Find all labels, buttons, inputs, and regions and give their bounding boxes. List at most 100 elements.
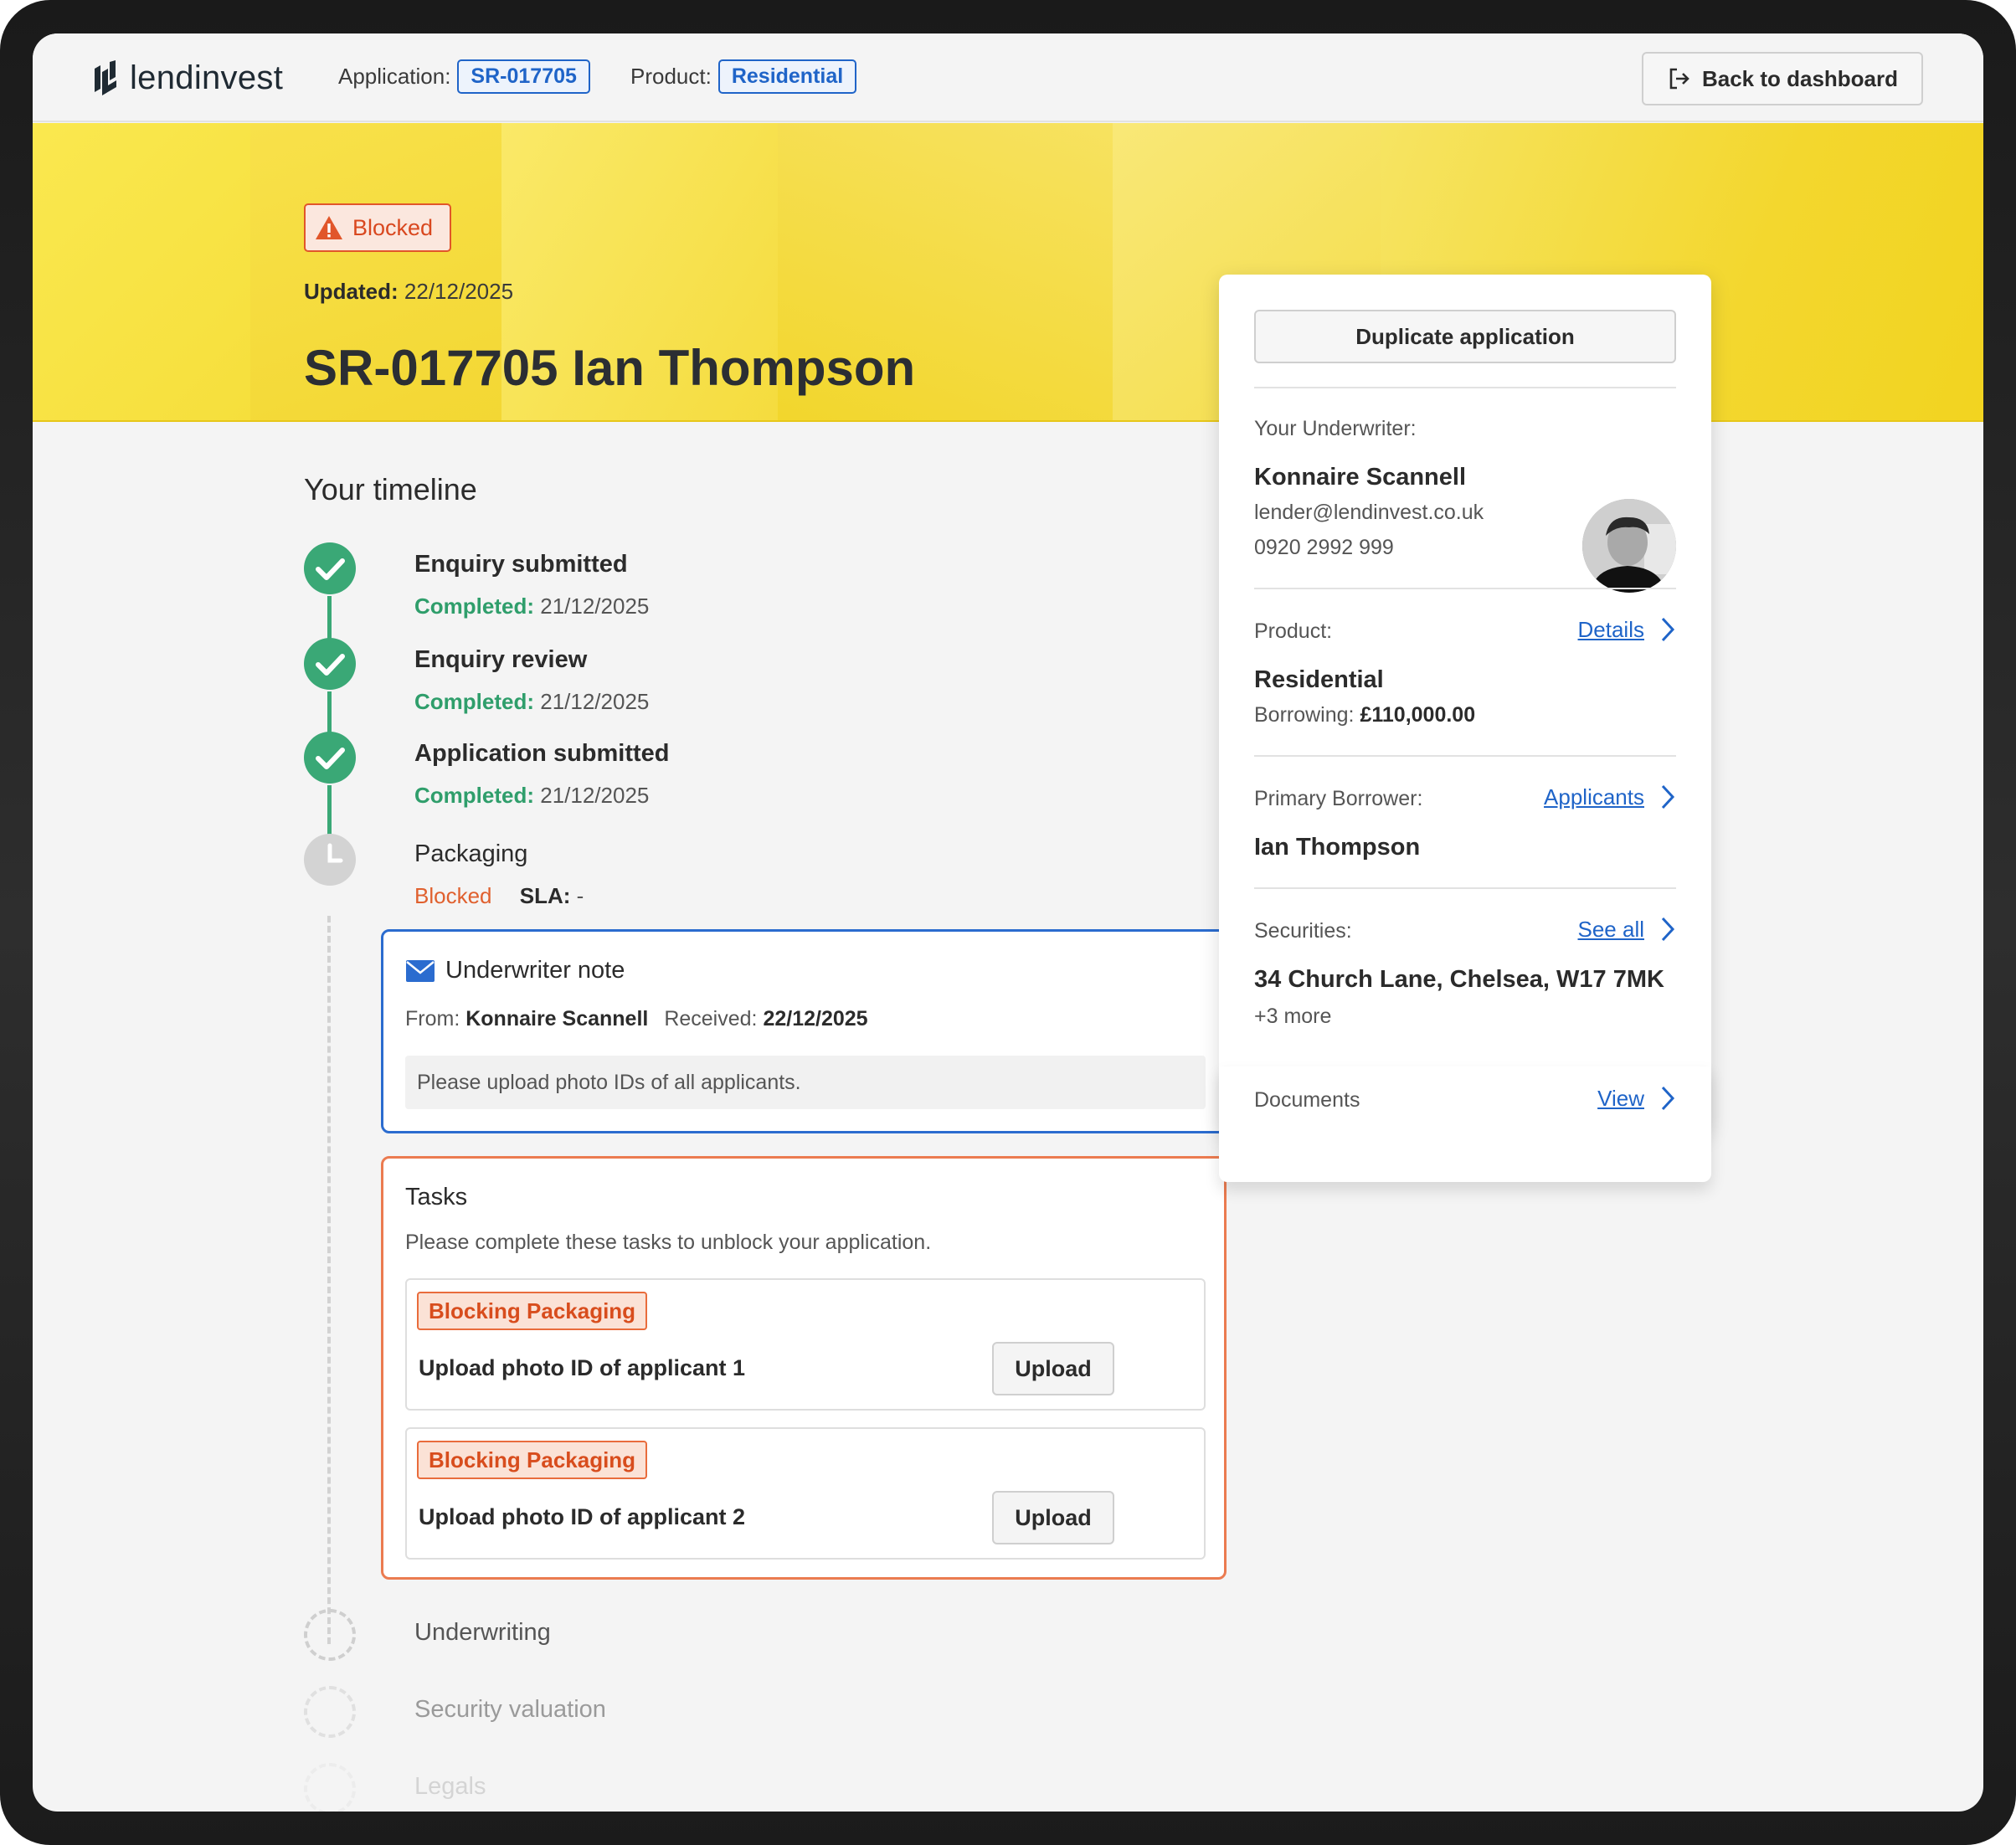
documents-row: Documents View bbox=[1219, 1066, 1711, 1182]
divider bbox=[1254, 588, 1676, 589]
primary-borrower-value: Ian Thompson bbox=[1254, 834, 1421, 861]
step-name: Enquiry submitted bbox=[414, 551, 628, 578]
timeline-step-text: Packaging Blocked SLA: - bbox=[414, 840, 584, 909]
timeline-step-text: Underwriting bbox=[414, 1619, 551, 1647]
task-item: Blocking Packaging Upload photo ID of ap… bbox=[405, 1278, 1206, 1411]
pending-circle-icon bbox=[304, 1763, 356, 1812]
view-link-label: View bbox=[1597, 1085, 1644, 1111]
timeline-step-text: Enquiry submitted Completed: 21/12/2025 bbox=[414, 551, 649, 619]
lendinvest-logo-icon bbox=[95, 60, 116, 95]
step-status: Completed: 21/12/2025 bbox=[414, 594, 649, 619]
product-details-link[interactable]: Details bbox=[1578, 616, 1676, 643]
securities-label: Securities: bbox=[1254, 919, 1352, 943]
note-received-label: Received: bbox=[664, 1007, 758, 1030]
see-all-link-label: See all bbox=[1577, 916, 1645, 942]
securities-more: +3 more bbox=[1254, 1005, 1332, 1028]
primary-borrower-label: Primary Borrower: bbox=[1254, 787, 1423, 810]
avatar-photo bbox=[1582, 499, 1676, 593]
securities-see-all-link[interactable]: See all bbox=[1578, 916, 1677, 943]
borrowing-value: £110,000.00 bbox=[1360, 703, 1476, 727]
details-link-label: Details bbox=[1577, 616, 1644, 642]
timeline-step-text: Enquiry review Completed: 21/12/2025 bbox=[414, 646, 649, 715]
note-header: Underwriter note bbox=[405, 957, 625, 984]
step-status: Completed: 21/12/2025 bbox=[414, 783, 670, 809]
borrowing-label: Borrowing: bbox=[1254, 703, 1355, 727]
app-screen: lendinvest Application: SR-017705 Produc… bbox=[33, 33, 1983, 1812]
clock-icon bbox=[304, 834, 356, 886]
pending-circle-icon bbox=[304, 1686, 356, 1738]
step-name: Packaging bbox=[414, 840, 528, 867]
step-status: Completed: 21/12/2025 bbox=[414, 689, 649, 715]
sla-label: SLA: bbox=[519, 883, 571, 908]
blocking-badge: Blocking Packaging bbox=[417, 1292, 648, 1330]
product-value: Residential bbox=[1254, 666, 1384, 693]
check-circle-icon bbox=[304, 638, 356, 690]
step-date: 21/12/2025 bbox=[540, 594, 650, 619]
top-bar: lendinvest Application: SR-017705 Produc… bbox=[33, 33, 1983, 122]
tasks-subtitle: Please complete these tasks to unblock y… bbox=[405, 1231, 932, 1254]
envelope-icon bbox=[406, 959, 435, 982]
divider bbox=[1254, 755, 1676, 757]
underwriter-email[interactable]: lender@lendinvest.co.uk bbox=[1254, 501, 1484, 525]
product-meta: Product: Residential bbox=[630, 59, 857, 94]
step-status: Blocked SLA: - bbox=[414, 883, 584, 909]
logo-text: lendinvest bbox=[130, 59, 284, 96]
upload-button[interactable]: Upload bbox=[992, 1342, 1114, 1395]
duplicate-application-button[interactable]: Duplicate application bbox=[1254, 310, 1676, 363]
underwriter-phone: 0920 2992 999 bbox=[1254, 536, 1394, 559]
tasks-card: Tasks Please complete these tasks to unb… bbox=[381, 1156, 1227, 1580]
divider bbox=[1254, 387, 1676, 388]
application-meta: Application: SR-017705 bbox=[338, 59, 590, 94]
back-to-dashboard-button[interactable]: Back to dashboard bbox=[1642, 52, 1923, 105]
timeline-step-text: Application submitted Completed: 21/12/2… bbox=[414, 740, 670, 809]
step-name: Security valuation bbox=[414, 1696, 606, 1723]
chevron-right-icon bbox=[1661, 784, 1675, 809]
underwriter-label: Your Underwriter: bbox=[1254, 417, 1417, 440]
blocking-badge: Blocking Packaging bbox=[417, 1441, 648, 1479]
timeline-step-text: Security valuation bbox=[414, 1696, 606, 1724]
documents-view-link[interactable]: View bbox=[1597, 1085, 1676, 1112]
note-from-label: From: bbox=[405, 1007, 460, 1030]
check-circle-icon bbox=[304, 542, 356, 594]
page-title: SR-017705 Ian Thompson bbox=[304, 340, 916, 396]
step-name: Legals bbox=[414, 1773, 486, 1800]
application-summary-panel: Duplicate application Your Underwriter: … bbox=[1219, 275, 1711, 1132]
note-meta: From: Konnaire Scannell Received: 22/12/… bbox=[405, 1007, 868, 1031]
application-label: Application: bbox=[338, 64, 451, 89]
application-id-pill[interactable]: SR-017705 bbox=[457, 59, 590, 94]
timeline-connector-pending bbox=[327, 916, 331, 1644]
device-frame: lendinvest Application: SR-017705 Produc… bbox=[0, 0, 2016, 1845]
note-title: Underwriter note bbox=[445, 957, 625, 984]
hero-facet bbox=[33, 123, 250, 420]
exit-arrow-icon bbox=[1669, 68, 1689, 90]
step-status-label: Completed: bbox=[414, 594, 534, 619]
check-circle-icon bbox=[304, 732, 356, 784]
step-status-label: Completed: bbox=[414, 689, 534, 714]
chevron-right-icon bbox=[1661, 617, 1675, 642]
upload-button[interactable]: Upload bbox=[992, 1491, 1114, 1544]
back-button-label: Back to dashboard bbox=[1701, 65, 1899, 91]
updated-value: 22/12/2025 bbox=[404, 279, 514, 304]
underwriter-note-card: Underwriter note From: Konnaire Scannell… bbox=[381, 929, 1227, 1133]
timeline-step-text: Legals bbox=[414, 1773, 486, 1801]
note-from-value: Konnaire Scannell bbox=[465, 1007, 649, 1030]
step-name: Application submitted bbox=[414, 740, 670, 767]
pending-circle-icon bbox=[304, 1609, 356, 1661]
logo[interactable]: lendinvest bbox=[91, 59, 283, 97]
task-item: Blocking Packaging Upload photo ID of ap… bbox=[405, 1427, 1206, 1560]
step-status-label: Blocked bbox=[414, 883, 492, 908]
step-date: 21/12/2025 bbox=[540, 689, 650, 714]
tasks-title: Tasks bbox=[405, 1184, 468, 1210]
chevron-right-icon bbox=[1661, 1086, 1675, 1111]
applicants-link[interactable]: Applicants bbox=[1544, 784, 1676, 810]
product-pill[interactable]: Residential bbox=[717, 59, 857, 94]
task-name: Upload photo ID of applicant 1 bbox=[419, 1355, 745, 1380]
product-label: Product: bbox=[630, 64, 712, 89]
documents-label: Documents bbox=[1254, 1088, 1360, 1112]
sla-value: - bbox=[576, 883, 584, 908]
updated-label: Updated: bbox=[304, 279, 399, 304]
underwriter-name: Konnaire Scannell bbox=[1254, 464, 1467, 491]
note-received-value: 22/12/2025 bbox=[763, 1007, 868, 1030]
timeline-title: Your timeline bbox=[304, 472, 477, 506]
updated-date: Updated: 22/12/2025 bbox=[304, 279, 513, 305]
